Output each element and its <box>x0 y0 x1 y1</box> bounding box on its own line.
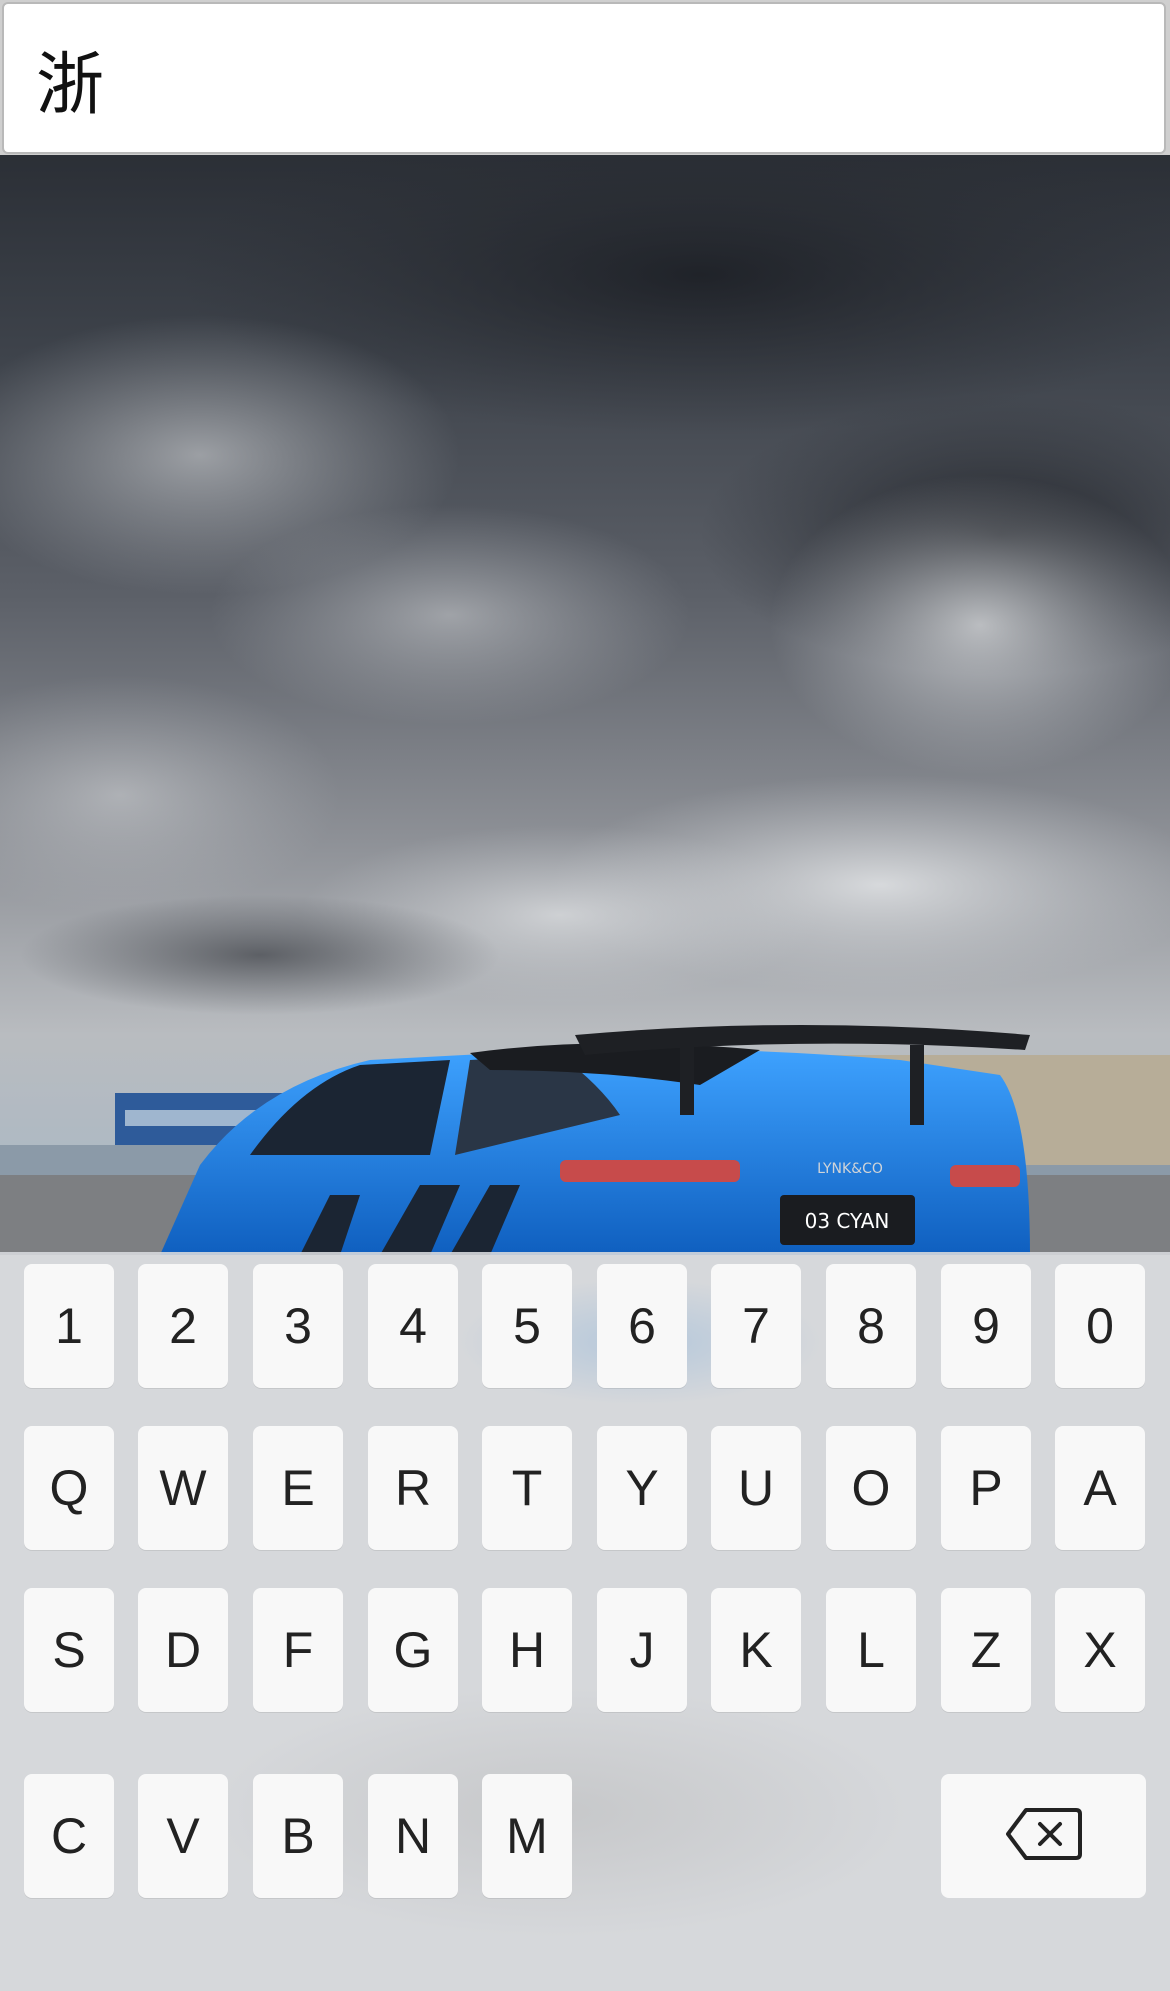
key-a[interactable]: A <box>1055 1426 1145 1550</box>
key-h[interactable]: H <box>482 1588 572 1712</box>
plate-input-value: 浙 <box>36 45 105 125</box>
key-5[interactable]: 5 <box>482 1264 572 1388</box>
car-logo-text: LYNK&CO <box>817 1161 883 1177</box>
key-1[interactable]: 1 <box>24 1264 114 1388</box>
key-3[interactable]: 3 <box>253 1264 343 1388</box>
key-t[interactable]: T <box>482 1426 572 1550</box>
car-scene-illustration: 03 CYAN LYNK&CO <box>0 155 1170 1255</box>
key-o[interactable]: O <box>826 1426 916 1550</box>
key-8[interactable]: 8 <box>826 1264 916 1388</box>
screen: 浙 03 CYAN LYNK&CO 1 2 3 4 5 6 7 8 9 0 Q … <box>0 0 1170 1991</box>
key-w[interactable]: W <box>138 1426 228 1550</box>
key-q[interactable]: Q <box>24 1426 114 1550</box>
key-b[interactable]: B <box>253 1774 343 1898</box>
key-d[interactable]: D <box>138 1588 228 1712</box>
key-7[interactable]: 7 <box>711 1264 801 1388</box>
key-l[interactable]: L <box>826 1588 916 1712</box>
car-plate-text: 03 CYAN <box>805 1209 890 1233</box>
key-y[interactable]: Y <box>597 1426 687 1550</box>
key-2[interactable]: 2 <box>138 1264 228 1388</box>
key-z[interactable]: Z <box>941 1588 1031 1712</box>
key-v[interactable]: V <box>138 1774 228 1898</box>
key-c[interactable]: C <box>24 1774 114 1898</box>
key-e[interactable]: E <box>253 1426 343 1550</box>
key-6[interactable]: 6 <box>597 1264 687 1388</box>
key-x[interactable]: X <box>1055 1588 1145 1712</box>
key-p[interactable]: P <box>941 1426 1031 1550</box>
plate-input-field[interactable]: 浙 <box>2 2 1166 154</box>
backspace-icon <box>1004 1804 1084 1868</box>
key-s[interactable]: S <box>24 1588 114 1712</box>
plate-keyboard: 1 2 3 4 5 6 7 8 9 0 Q W E R T Y U O P A … <box>0 1252 1170 1991</box>
key-g[interactable]: G <box>368 1588 458 1712</box>
key-4[interactable]: 4 <box>368 1264 458 1388</box>
key-r[interactable]: R <box>368 1426 458 1550</box>
key-9[interactable]: 9 <box>941 1264 1031 1388</box>
key-k[interactable]: K <box>711 1588 801 1712</box>
background-photo: 03 CYAN LYNK&CO <box>0 155 1170 1255</box>
delete-key[interactable] <box>941 1774 1146 1898</box>
key-j[interactable]: J <box>597 1588 687 1712</box>
key-0[interactable]: 0 <box>1055 1264 1145 1388</box>
key-u[interactable]: U <box>711 1426 801 1550</box>
key-m[interactable]: M <box>482 1774 572 1898</box>
key-f[interactable]: F <box>253 1588 343 1712</box>
key-n[interactable]: N <box>368 1774 458 1898</box>
